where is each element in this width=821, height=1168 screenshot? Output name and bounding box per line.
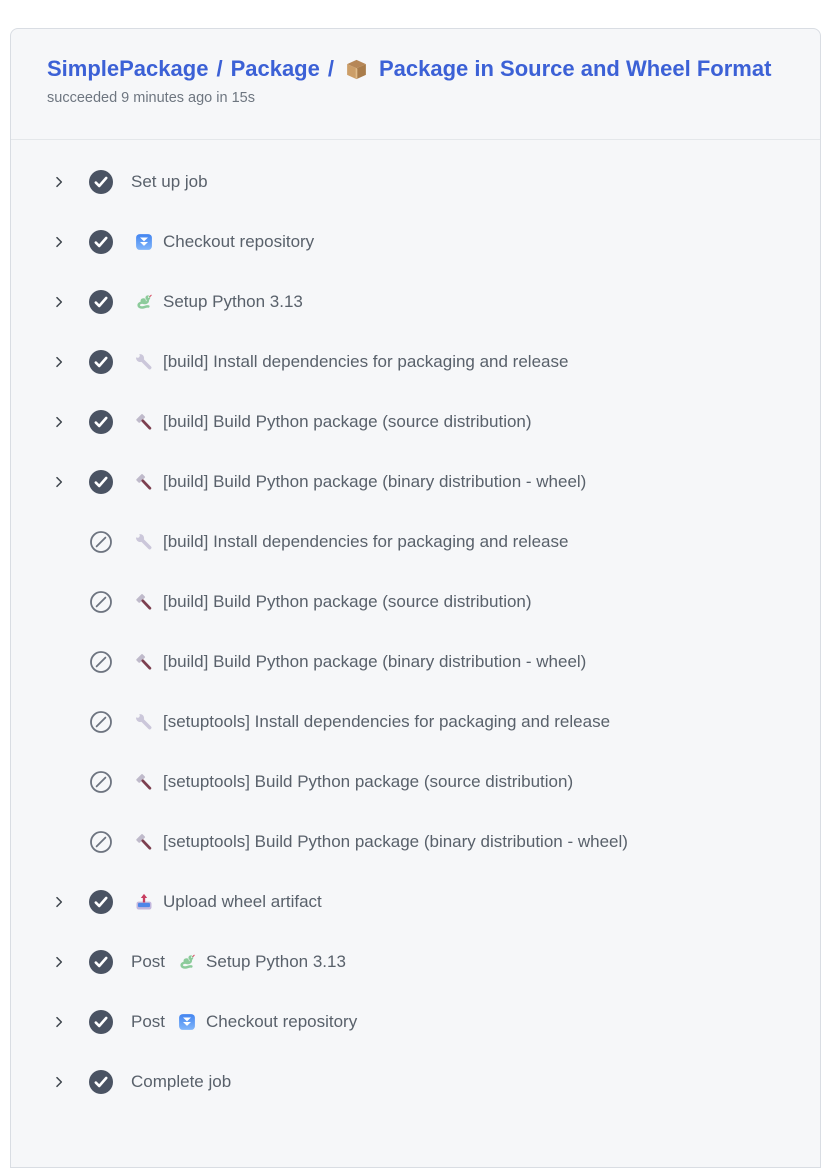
expand-chevron-icon[interactable]	[47, 950, 71, 974]
job-header: SimplePackage / Package / Package in Sou…	[11, 29, 820, 140]
step-row[interactable]: Upload wheel artifact	[11, 872, 820, 932]
skipped-icon	[89, 830, 113, 854]
step-row[interactable]: Complete job	[11, 1052, 820, 1112]
chevron-placeholder	[47, 770, 71, 794]
step-label: Upload wheel artifact	[163, 892, 322, 912]
step-row: [build] Install dependencies for packagi…	[11, 512, 820, 572]
hammer-icon	[134, 772, 154, 792]
wrench-icon	[134, 352, 154, 372]
step-label: [build] Install dependencies for packagi…	[163, 532, 568, 552]
success-check-icon	[89, 290, 113, 314]
hammer-icon	[134, 472, 154, 492]
success-check-icon	[89, 1070, 113, 1094]
wrench-icon	[134, 532, 154, 552]
expand-chevron-icon[interactable]	[47, 350, 71, 374]
step-row: [build] Build Python package (source dis…	[11, 572, 820, 632]
step-label: Setup Python 3.13	[163, 292, 303, 312]
step-label: Checkout repository	[206, 1012, 357, 1032]
expand-chevron-icon[interactable]	[47, 890, 71, 914]
skipped-icon	[89, 770, 113, 794]
skipped-icon	[89, 710, 113, 734]
job-card: SimplePackage / Package / Package in Sou…	[10, 28, 821, 1168]
step-label: [build] Build Python package (source dis…	[163, 412, 532, 432]
package-icon	[344, 57, 369, 82]
step-label: Complete job	[131, 1072, 231, 1092]
expand-chevron-icon[interactable]	[47, 470, 71, 494]
hammer-icon	[134, 832, 154, 852]
success-check-icon	[89, 470, 113, 494]
skipped-icon	[89, 590, 113, 614]
success-check-icon	[89, 410, 113, 434]
hammer-icon	[134, 592, 154, 612]
step-label: [build] Build Python package (binary dis…	[163, 472, 586, 492]
hammer-icon	[134, 412, 154, 432]
upload-icon	[134, 892, 154, 912]
breadcrumb-workflow-link[interactable]: Package	[231, 56, 320, 82]
step-label: [build] Build Python package (binary dis…	[163, 652, 586, 672]
step-prefix: Post	[131, 952, 165, 972]
success-check-icon	[89, 950, 113, 974]
chevron-placeholder	[47, 650, 71, 674]
step-row: [setuptools] Build Python package (binar…	[11, 812, 820, 872]
step-label: [setuptools] Build Python package (sourc…	[163, 772, 573, 792]
step-row[interactable]: Post Checkout repository	[11, 992, 820, 1052]
checkout-download-icon	[177, 1012, 197, 1032]
chevron-placeholder	[47, 830, 71, 854]
step-row[interactable]: [build] Build Python package (binary dis…	[11, 452, 820, 512]
chevron-placeholder	[47, 710, 71, 734]
breadcrumb-repo-link[interactable]: SimplePackage	[47, 56, 208, 82]
step-row[interactable]: [build] Install dependencies for packagi…	[11, 332, 820, 392]
step-prefix: Post	[131, 1012, 165, 1032]
expand-chevron-icon[interactable]	[47, 230, 71, 254]
step-row[interactable]: [build] Build Python package (source dis…	[11, 392, 820, 452]
breadcrumb-separator: /	[216, 56, 222, 82]
step-row[interactable]: Setup Python 3.13	[11, 272, 820, 332]
success-check-icon	[89, 230, 113, 254]
skipped-icon	[89, 530, 113, 554]
checkout-download-icon	[134, 232, 154, 252]
step-label: Setup Python 3.13	[206, 952, 346, 972]
expand-chevron-icon[interactable]	[47, 1010, 71, 1034]
step-row: [build] Build Python package (binary dis…	[11, 632, 820, 692]
python-snake-icon	[177, 952, 197, 972]
steps-list: Set up job Checkout repository Setup Pyt…	[11, 140, 820, 1112]
success-check-icon	[89, 890, 113, 914]
step-label: [setuptools] Install dependencies for pa…	[163, 712, 610, 732]
success-check-icon	[89, 350, 113, 374]
step-label: Set up job	[131, 172, 208, 192]
breadcrumb: SimplePackage / Package / Package in Sou…	[47, 56, 784, 82]
hammer-icon	[134, 652, 154, 672]
expand-chevron-icon[interactable]	[47, 170, 71, 194]
step-label: Checkout repository	[163, 232, 314, 252]
step-row: [setuptools] Build Python package (sourc…	[11, 752, 820, 812]
step-label: [build] Build Python package (source dis…	[163, 592, 532, 612]
expand-chevron-icon[interactable]	[47, 290, 71, 314]
wrench-icon	[134, 712, 154, 732]
chevron-placeholder	[47, 590, 71, 614]
breadcrumb-separator: /	[328, 56, 334, 82]
step-row[interactable]: Checkout repository	[11, 212, 820, 272]
job-status-line: succeeded 9 minutes ago in 15s	[47, 90, 784, 106]
python-snake-icon	[134, 292, 154, 312]
success-check-icon	[89, 1010, 113, 1034]
step-row[interactable]: Set up job	[11, 152, 820, 212]
skipped-icon	[89, 650, 113, 674]
step-label: [build] Install dependencies for packagi…	[163, 352, 568, 372]
step-row[interactable]: Post Setup Python 3.13	[11, 932, 820, 992]
expand-chevron-icon[interactable]	[47, 1070, 71, 1094]
success-check-icon	[89, 170, 113, 194]
step-row: [setuptools] Install dependencies for pa…	[11, 692, 820, 752]
step-label: [setuptools] Build Python package (binar…	[163, 832, 628, 852]
expand-chevron-icon[interactable]	[47, 410, 71, 434]
chevron-placeholder	[47, 530, 71, 554]
job-name: Package in Source and Wheel Format	[379, 56, 771, 82]
